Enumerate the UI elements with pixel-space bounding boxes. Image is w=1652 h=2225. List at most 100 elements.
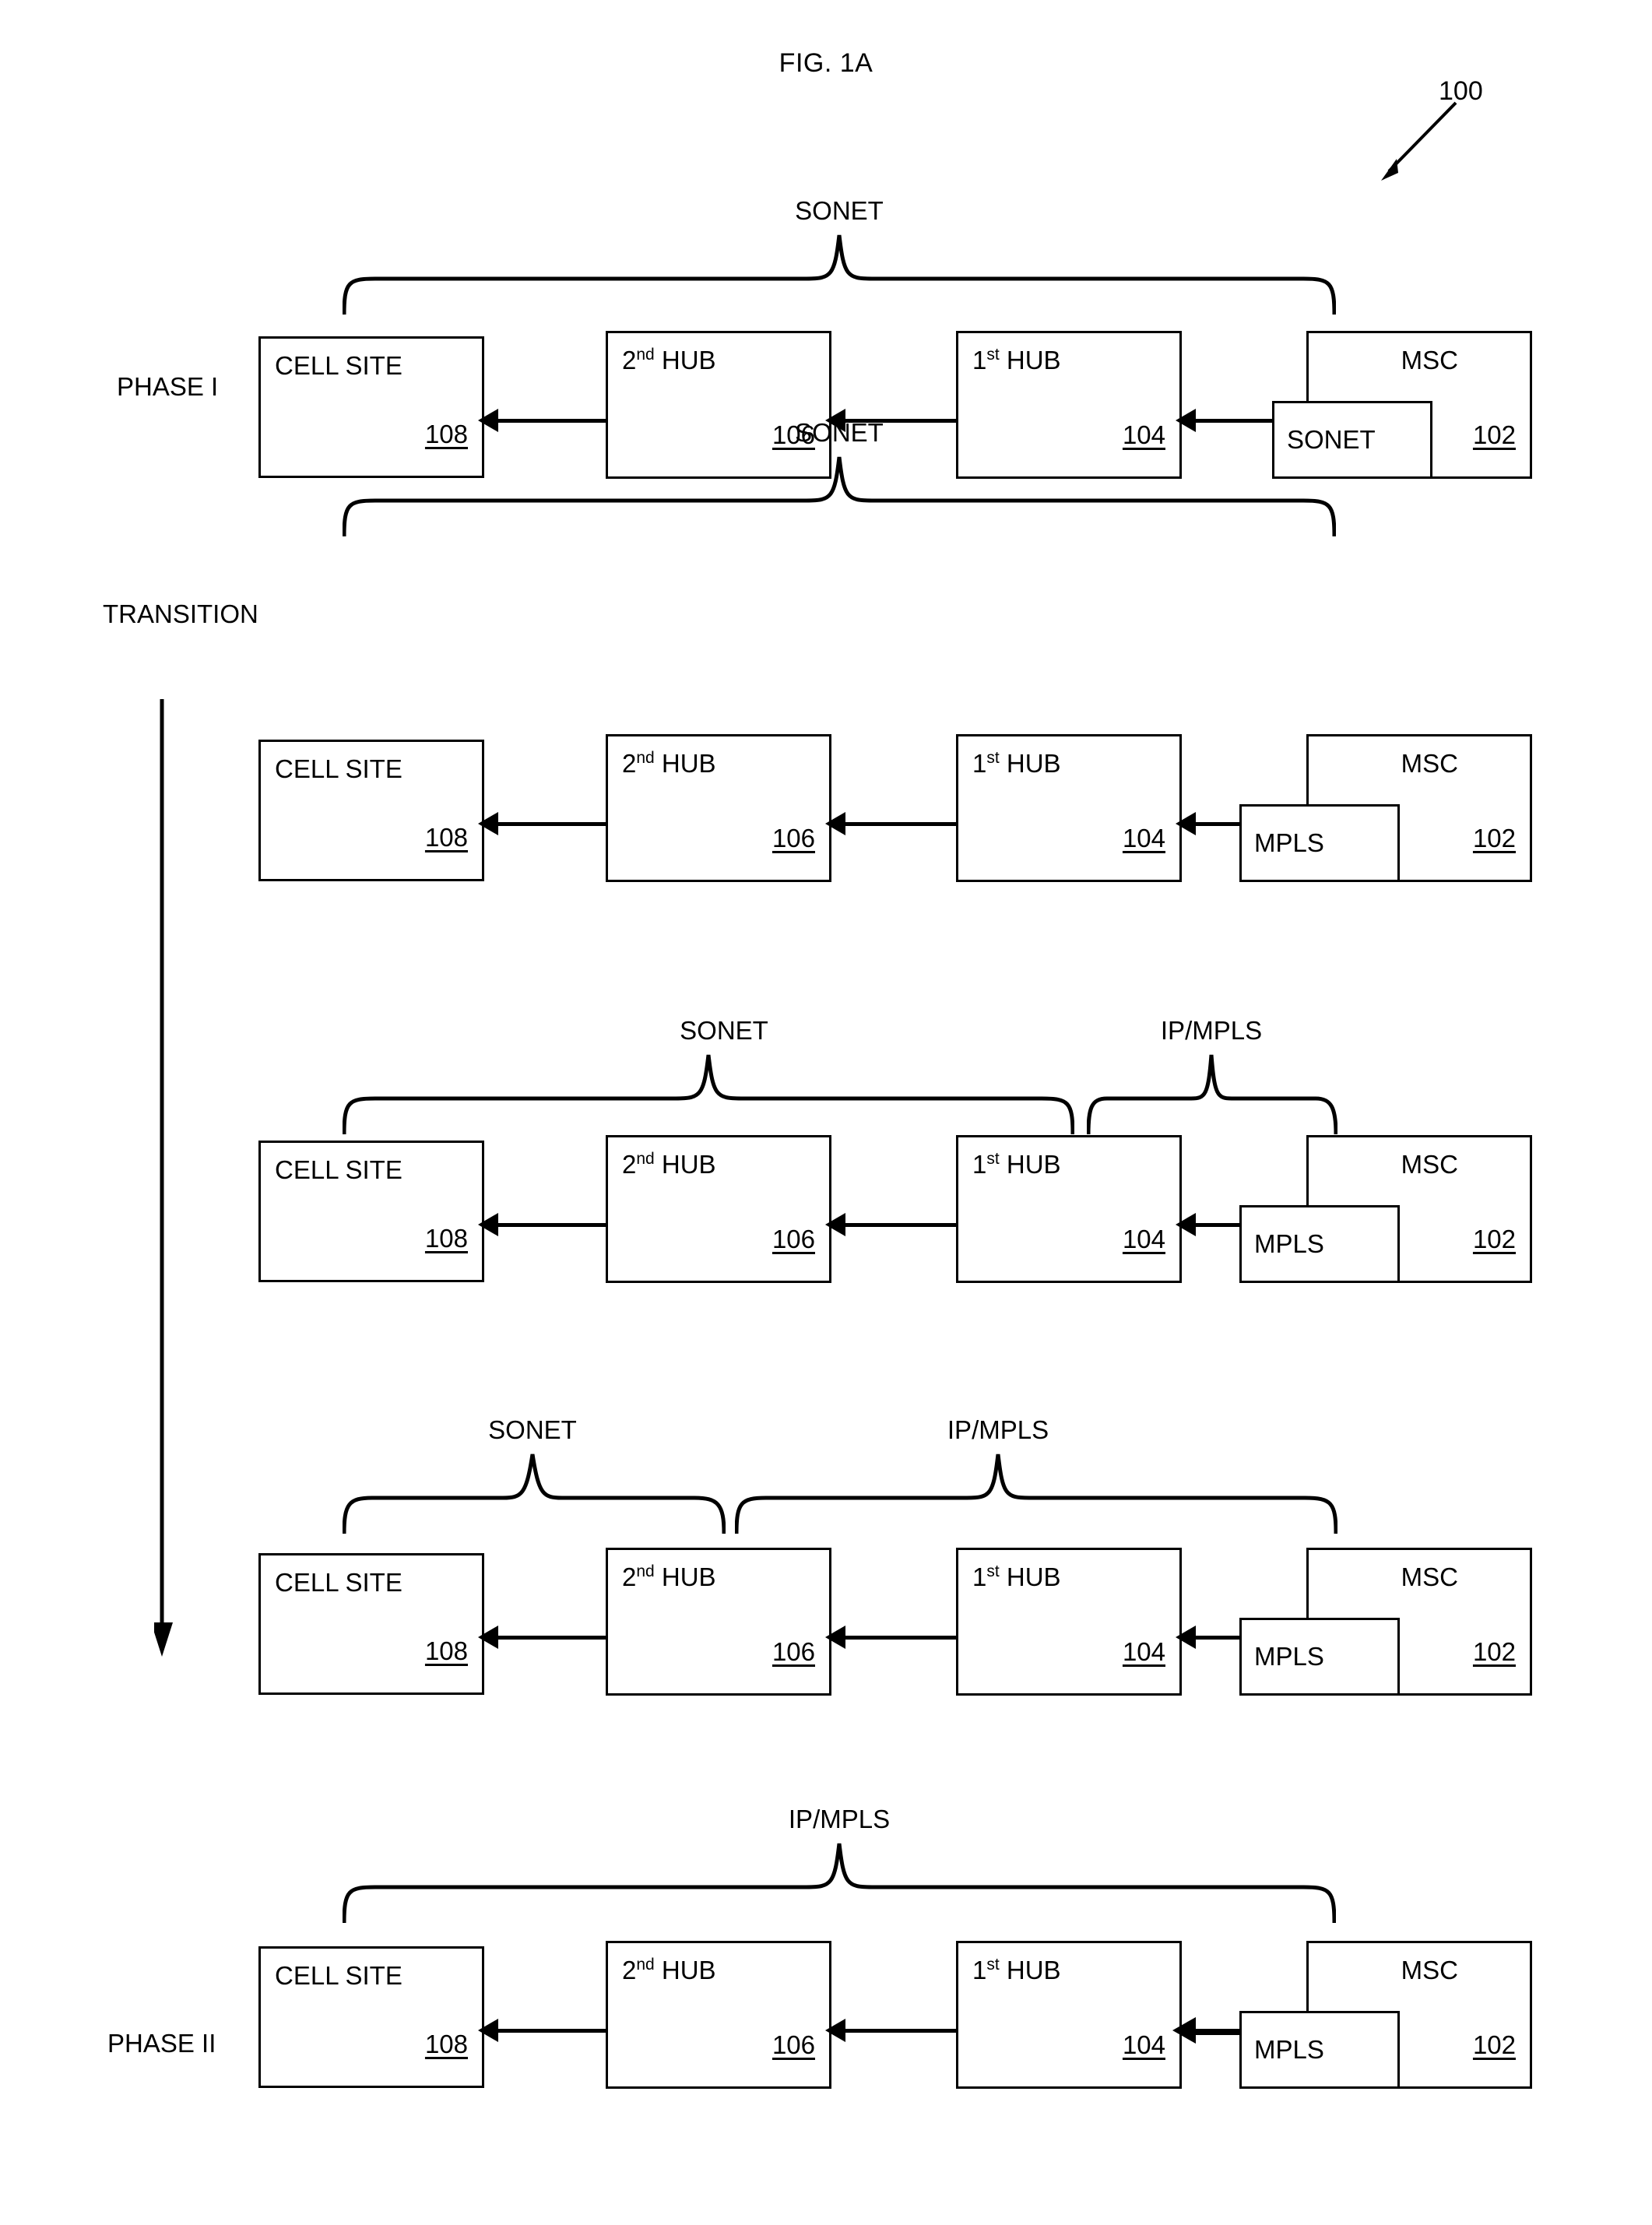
node-box-second-hub[interactable]: 2nd HUB 106 bbox=[606, 734, 831, 882]
node-title-msc: MSC bbox=[1401, 749, 1458, 778]
msc-transport-chip-label: SONET bbox=[1287, 425, 1376, 454]
brace-sonet-row2 bbox=[343, 455, 1336, 538]
node-number-cell-site: 108 bbox=[424, 1224, 468, 1253]
node-title-msc: MSC bbox=[1401, 1150, 1458, 1179]
brace-label-ipmpls-row3: IP/MPLS bbox=[1160, 1016, 1263, 1045]
node-box-first-hub[interactable]: 1st HUB 104 bbox=[956, 1135, 1182, 1283]
connector-first-hub-to-second-hub bbox=[845, 2029, 956, 2033]
connector-arrowhead-cell-site bbox=[478, 1626, 498, 1649]
node-title-msc: MSC bbox=[1401, 346, 1458, 374]
connector-first-hub-to-second-hub bbox=[845, 419, 956, 423]
connector-arrowhead-second-hub bbox=[825, 1213, 845, 1236]
node-number-cell-site: 108 bbox=[424, 823, 468, 852]
node-box-cell-site[interactable]: CELL SITE 108 bbox=[258, 1553, 484, 1695]
node-number-first-hub: 104 bbox=[1122, 1225, 1165, 1253]
node-number-first-hub: 104 bbox=[1122, 2030, 1165, 2059]
connector-second-hub-to-cell-site bbox=[498, 1636, 606, 1640]
node-number-cell-site: 108 bbox=[424, 420, 468, 448]
node-box-second-hub[interactable]: 2nd HUB 106 bbox=[606, 1941, 831, 2089]
connector-second-hub-to-cell-site bbox=[498, 1223, 606, 1227]
node-number-second-hub: 106 bbox=[772, 824, 815, 852]
brace-label-ipmpls-row5: IP/MPLS bbox=[788, 1805, 891, 1833]
node-box-cell-site[interactable]: CELL SITE 108 bbox=[258, 1141, 484, 1282]
node-title-first-hub: 1st HUB bbox=[972, 1150, 1061, 1179]
node-box-first-hub[interactable]: 1st HUB 104 bbox=[956, 1941, 1182, 2089]
node-title-cell-site: CELL SITE bbox=[275, 1961, 402, 1990]
msc-transport-chip-mpls[interactable]: MPLS bbox=[1239, 804, 1400, 882]
connector-msc-to-first-hub bbox=[1196, 822, 1241, 826]
node-title-second-hub: 2nd HUB bbox=[622, 1956, 716, 1984]
connector-arrowhead-cell-site bbox=[478, 812, 498, 835]
brace-label-sonet-row1: SONET bbox=[795, 196, 884, 225]
msc-transport-chip-label: MPLS bbox=[1254, 2035, 1324, 2064]
connector-arrowhead-first-hub bbox=[1176, 1626, 1196, 1649]
connector-arrowhead-second-hub bbox=[825, 409, 845, 432]
node-title-second-hub: 2nd HUB bbox=[622, 346, 716, 374]
brace-ipmpls-row4 bbox=[735, 1453, 1337, 1535]
brace-ipmpls-row3 bbox=[1087, 1053, 1337, 1136]
row-label-phase-1: PHASE I bbox=[117, 372, 219, 401]
node-box-second-hub[interactable]: 2nd HUB 106 bbox=[606, 1135, 831, 1283]
row-label-transition: TRANSITION bbox=[103, 599, 258, 628]
connector-arrowhead-first-hub bbox=[1172, 2017, 1196, 2044]
node-number-second-hub: 106 bbox=[772, 2030, 815, 2059]
node-number-first-hub: 104 bbox=[1122, 1637, 1165, 1666]
node-box-first-hub[interactable]: 1st HUB 104 bbox=[956, 734, 1182, 882]
connector-arrowhead-first-hub bbox=[1176, 812, 1196, 835]
connector-arrowhead-second-hub bbox=[825, 2019, 845, 2042]
connector-arrowhead-cell-site bbox=[478, 1213, 498, 1236]
reference-leader-arrow-icon bbox=[1370, 100, 1464, 185]
node-box-cell-site[interactable]: CELL SITE 108 bbox=[258, 1946, 484, 2088]
node-number-msc: 102 bbox=[1472, 1225, 1516, 1253]
node-title-first-hub: 1st HUB bbox=[972, 346, 1061, 374]
node-title-second-hub: 2nd HUB bbox=[622, 749, 716, 778]
node-number-cell-site: 108 bbox=[424, 1636, 468, 1665]
msc-transport-chip-mpls[interactable]: MPLS bbox=[1239, 2011, 1400, 2089]
node-number-cell-site: 108 bbox=[424, 2030, 468, 2058]
msc-transport-chip-label: MPLS bbox=[1254, 828, 1324, 857]
node-box-cell-site[interactable]: CELL SITE 108 bbox=[258, 740, 484, 881]
msc-transport-chip-mpls[interactable]: MPLS bbox=[1239, 1618, 1400, 1696]
connector-second-hub-to-cell-site bbox=[498, 419, 606, 423]
connector-msc-to-first-hub bbox=[1196, 2029, 1241, 2035]
connector-msc-to-first-hub bbox=[1196, 1223, 1241, 1227]
node-title-cell-site: CELL SITE bbox=[275, 1155, 402, 1184]
brace-label-ipmpls-row4: IP/MPLS bbox=[947, 1415, 1049, 1444]
connector-arrowhead-second-hub bbox=[825, 812, 845, 835]
msc-transport-chip-mpls[interactable]: MPLS bbox=[1239, 1205, 1400, 1283]
msc-transport-chip-label: MPLS bbox=[1254, 1642, 1324, 1671]
node-number-msc: 102 bbox=[1472, 420, 1516, 449]
node-title-msc: MSC bbox=[1401, 1956, 1458, 1984]
node-number-msc: 102 bbox=[1472, 1637, 1516, 1666]
connector-arrowhead-cell-site bbox=[478, 2019, 498, 2042]
node-title-msc: MSC bbox=[1401, 1562, 1458, 1591]
brace-label-sonet-row4: SONET bbox=[488, 1415, 577, 1444]
connector-first-hub-to-second-hub bbox=[845, 822, 956, 826]
brace-sonet-row1 bbox=[343, 234, 1336, 316]
node-box-first-hub[interactable]: 1st HUB 104 bbox=[956, 1548, 1182, 1696]
connector-msc-to-first-hub bbox=[1196, 1636, 1241, 1640]
brace-sonet-row3 bbox=[343, 1053, 1074, 1136]
node-number-first-hub: 104 bbox=[1122, 420, 1165, 449]
node-title-first-hub: 1st HUB bbox=[972, 1562, 1061, 1591]
brace-sonet-row4 bbox=[343, 1453, 726, 1535]
connector-first-hub-to-second-hub bbox=[845, 1223, 956, 1227]
node-box-second-hub[interactable]: 2nd HUB 106 bbox=[606, 1548, 831, 1696]
connector-arrowhead-cell-site bbox=[478, 409, 498, 432]
connector-first-hub-to-second-hub bbox=[845, 1636, 956, 1640]
node-title-cell-site: CELL SITE bbox=[275, 351, 402, 380]
node-number-second-hub: 106 bbox=[772, 1637, 815, 1666]
connector-second-hub-to-cell-site bbox=[498, 822, 606, 826]
node-title-first-hub: 1st HUB bbox=[972, 1956, 1061, 1984]
node-title-first-hub: 1st HUB bbox=[972, 749, 1061, 778]
row-label-phase-2: PHASE II bbox=[107, 2029, 216, 2058]
brace-ipmpls-row5 bbox=[343, 1842, 1336, 1924]
node-title-second-hub: 2nd HUB bbox=[622, 1562, 716, 1591]
node-title-cell-site: CELL SITE bbox=[275, 754, 402, 783]
node-number-msc: 102 bbox=[1472, 2030, 1516, 2059]
node-title-cell-site: CELL SITE bbox=[275, 1568, 402, 1597]
node-title-second-hub: 2nd HUB bbox=[622, 1150, 716, 1179]
msc-transport-chip-sonet[interactable]: SONET bbox=[1272, 401, 1432, 479]
connector-arrowhead-first-hub bbox=[1176, 409, 1196, 432]
connector-arrowhead-second-hub bbox=[825, 1626, 845, 1649]
